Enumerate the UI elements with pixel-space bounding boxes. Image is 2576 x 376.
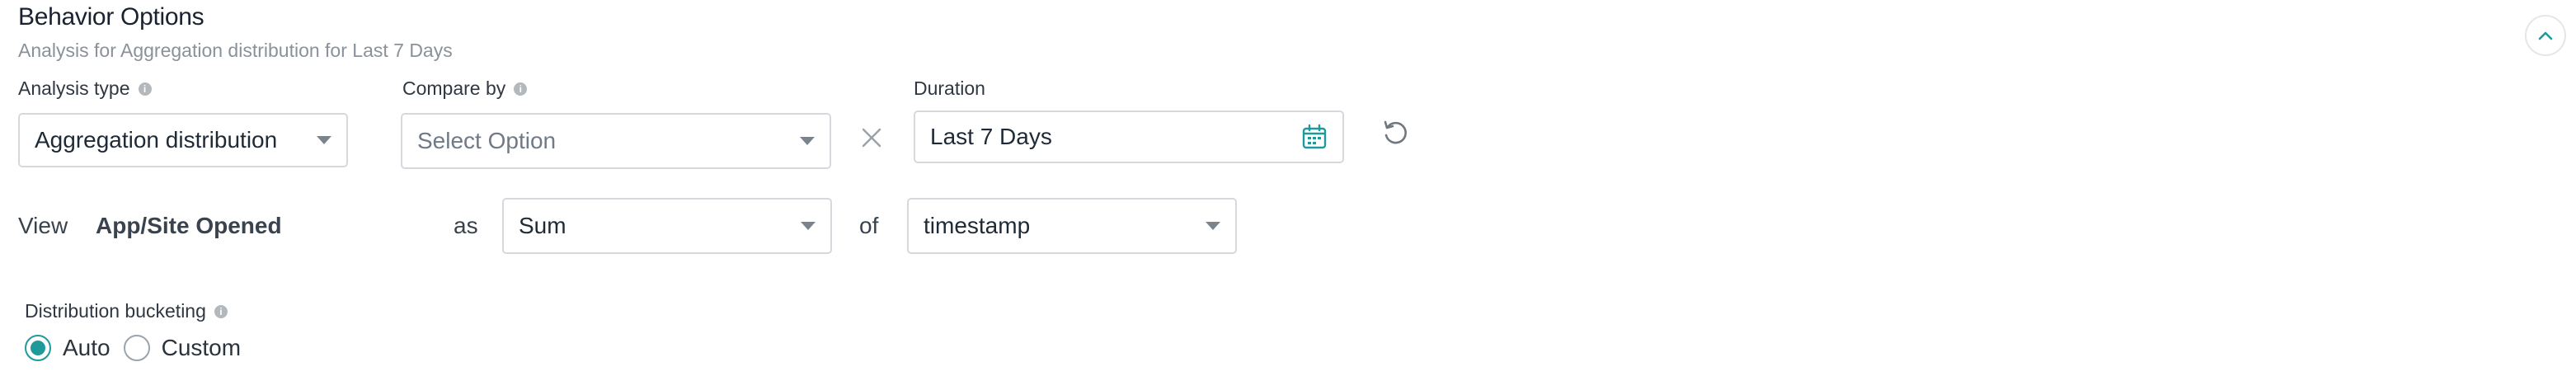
chevron-up-icon bbox=[2538, 31, 2553, 40]
radio-custom[interactable] bbox=[123, 335, 150, 361]
property-select[interactable]: timestamp bbox=[907, 198, 1237, 254]
compare-by-select[interactable]: Select Option bbox=[401, 113, 831, 169]
aggregation-value: Sum bbox=[519, 213, 566, 238]
duration-value: Last 7 Days bbox=[930, 124, 1052, 149]
caret-down-icon bbox=[801, 222, 816, 230]
as-label: as bbox=[454, 213, 478, 238]
clear-compare-button[interactable] bbox=[859, 125, 884, 150]
radio-auto[interactable] bbox=[25, 335, 51, 361]
info-icon[interactable]: i bbox=[214, 304, 228, 318]
info-icon[interactable]: i bbox=[138, 82, 152, 96]
view-label: View bbox=[18, 213, 68, 238]
analysis-type-select[interactable]: Aggregation distribution bbox=[18, 113, 348, 167]
bucketing-radio-group: Auto Custom bbox=[25, 335, 254, 361]
analysis-type-label: Analysis type i bbox=[18, 78, 152, 100]
radio-auto-label[interactable]: Auto bbox=[63, 335, 110, 361]
event-name: App/Site Opened bbox=[96, 213, 282, 238]
property-value: timestamp bbox=[924, 213, 1031, 238]
collapse-button[interactable] bbox=[2525, 15, 2566, 56]
compare-by-placeholder: Select Option bbox=[417, 128, 557, 153]
radio-custom-label[interactable]: Custom bbox=[162, 335, 241, 361]
duration-label: Duration bbox=[914, 78, 985, 99]
aggregation-select[interactable]: Sum bbox=[502, 198, 832, 254]
reset-button[interactable] bbox=[1380, 118, 1410, 148]
of-label: of bbox=[859, 213, 879, 238]
close-icon bbox=[862, 128, 881, 148]
section-title: Behavior Options bbox=[18, 3, 204, 31]
duration-picker[interactable]: Last 7 Days bbox=[914, 110, 1344, 163]
distribution-bucketing-label: Distribution bucketing i bbox=[25, 300, 228, 322]
info-icon[interactable]: i bbox=[514, 82, 528, 96]
caret-down-icon bbox=[800, 137, 815, 145]
compare-by-label: Compare by i bbox=[402, 78, 528, 100]
reset-icon bbox=[1384, 120, 1407, 144]
caret-down-icon bbox=[317, 136, 331, 144]
section-subtitle: Analysis for Aggregation distribution fo… bbox=[18, 40, 453, 61]
caret-down-icon bbox=[1206, 222, 1220, 230]
analysis-type-value: Aggregation distribution bbox=[35, 127, 278, 153]
calendar-icon[interactable] bbox=[1301, 124, 1328, 150]
